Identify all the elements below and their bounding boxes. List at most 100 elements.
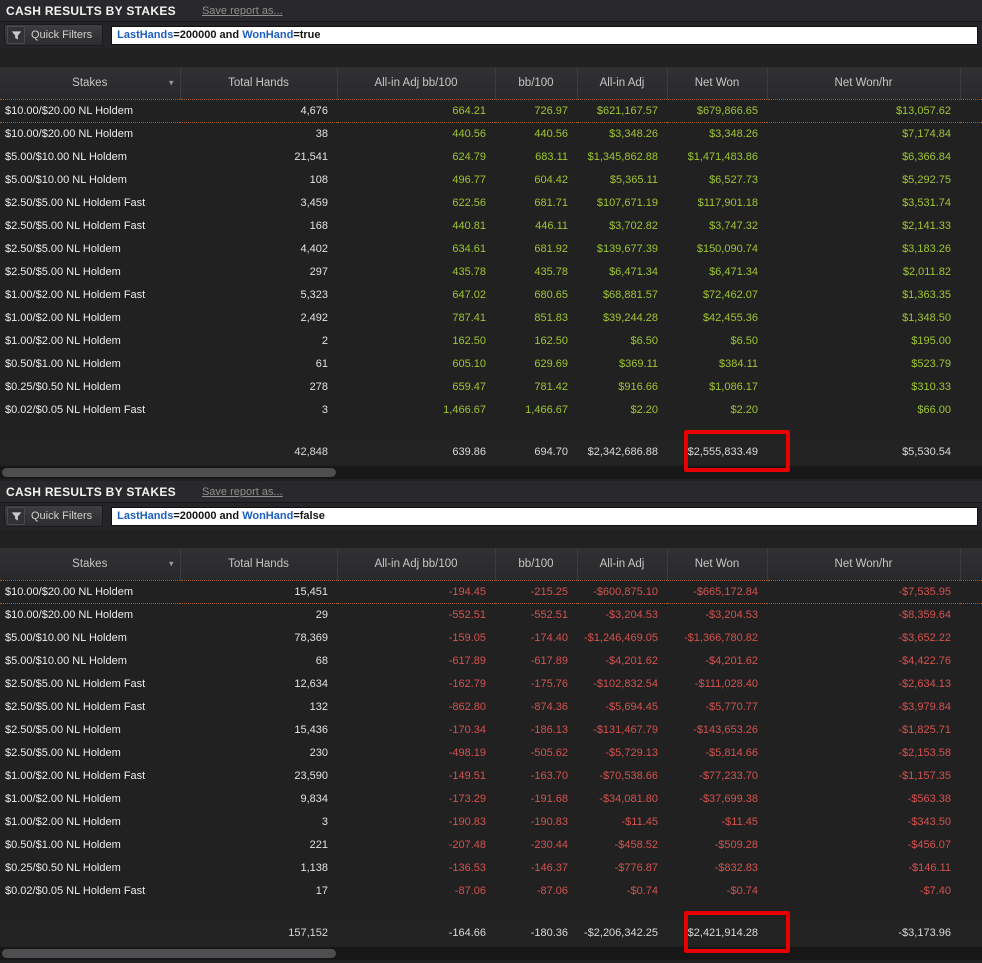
table-row[interactable]: $10.00/$20.00 NL Holdem 38 440.56 440.56 $3,… <box>0 122 982 145</box>
table-row[interactable]: $0.02/$0.05 NL Holdem Fast 17 -87.06 -87.06… <box>0 879 982 902</box>
table-header-row: Stakes ▾ Total Hands All-in Adj bb/100 b… <box>0 548 982 581</box>
column-header-bb100[interactable]: bb/100 <box>494 548 577 581</box>
table-row[interactable]: $2.50/$5.00 NL Holdem Fast 3,459 622.56 681… <box>0 191 982 214</box>
cell-aiadj_bb: -617.89 <box>448 654 486 667</box>
table-row[interactable]: $2.50/$5.00 NL Holdem Fast 12,634 -162.79 -… <box>0 672 982 695</box>
table-row[interactable]: $1.00/$2.00 NL Holdem 9,834 -173.29 -191.68… <box>0 787 982 810</box>
cell-hands: 38 <box>315 127 328 140</box>
column-header-stakes[interactable]: Stakes ▾ <box>0 548 180 581</box>
cell-bb: -874.36 <box>530 700 568 713</box>
cell-aiadj_bb: 634.61 <box>452 242 486 255</box>
save-report-link[interactable]: Save report as... <box>202 486 283 498</box>
filter-funnel-icon <box>7 26 25 44</box>
filter-operand: =200000 and <box>173 510 243 522</box>
cell-aiadj_bb: 162.50 <box>452 334 486 347</box>
cell-bb: 446.11 <box>535 219 568 232</box>
totals-bb100: -180.36 <box>495 921 577 945</box>
cell-aiadj: -$5,694.45 <box>605 700 658 713</box>
column-header-net-won-hr[interactable]: Net Won/hr <box>766 67 960 100</box>
column-header-allin-adj[interactable]: All-in Adj <box>576 548 667 581</box>
totals-net-won: -$2,421,914.28 <box>667 921 767 945</box>
table-row[interactable]: $1.00/$2.00 NL Holdem Fast 23,590 -149.51 -… <box>0 764 982 787</box>
cell-aiadj: -$102,832.54 <box>593 677 658 690</box>
table-row[interactable]: $2.50/$5.00 NL Holdem 4,402 634.61 681.92 $1… <box>0 237 982 260</box>
totals-row: 42,848 639.86 694.70 $2,342,686.88 $2,55… <box>0 440 982 464</box>
totals-total-hands: 157,152 <box>180 921 337 945</box>
cell-aiadj: -$0.74 <box>626 884 658 897</box>
column-header-net-won-hr[interactable]: Net Won/hr <box>766 548 960 581</box>
table-row[interactable]: $0.50/$1.00 NL Holdem 61 605.10 629.69 $369.… <box>0 352 982 375</box>
scrollbar-thumb[interactable] <box>2 949 336 958</box>
column-header-bb100[interactable]: bb/100 <box>494 67 577 100</box>
cell-stakes: $0.50/$1.00 NL Holdem <box>5 838 121 851</box>
cell-stakes: $10.00/$20.00 NL Holdem <box>5 608 134 621</box>
cell-bb: 604.42 <box>534 173 568 186</box>
table-row[interactable]: $5.00/$10.00 NL Holdem 108 496.77 604.42 $5,… <box>0 168 982 191</box>
column-header-net-won[interactable]: Net Won <box>666 67 767 100</box>
table-row[interactable]: $2.50/$5.00 NL Holdem Fast 168 440.81 446.1… <box>0 214 982 237</box>
row-spacer-cell <box>960 672 982 695</box>
save-report-link[interactable]: Save report as... <box>202 5 283 17</box>
cell-hr: -$343.50 <box>907 815 951 828</box>
column-header-allin-adj-bb100[interactable]: All-in Adj bb/100 <box>336 548 495 581</box>
table-row[interactable]: $0.25/$0.50 NL Holdem 1,138 -136.53 -146.37… <box>0 856 982 879</box>
cell-stakes: $5.00/$10.00 NL Holdem <box>5 654 127 667</box>
quick-filters-button[interactable]: Quick Filters <box>4 505 104 527</box>
cell-net: -$5,814.66 <box>705 746 758 759</box>
table-row[interactable]: $5.00/$10.00 NL Holdem 21,541 624.79 683.11… <box>0 145 982 168</box>
column-header-total-hands[interactable]: Total Hands <box>179 548 337 581</box>
page-title: CASH RESULTS BY STAKES <box>6 3 176 18</box>
filter-expression-field[interactable]: LastHands =200000 and WonHand =true <box>111 25 978 45</box>
row-spacer-cell <box>960 122 982 145</box>
cell-hands: 230 <box>309 746 328 759</box>
totals-spacer-cell <box>960 440 982 464</box>
cell-bb: 629.69 <box>534 357 568 370</box>
horizontal-scrollbar[interactable] <box>0 466 982 479</box>
column-header-allin-adj[interactable]: All-in Adj <box>576 67 667 100</box>
table-row[interactable]: $1.00/$2.00 NL Holdem 3 -190.83 -190.83 -$11… <box>0 810 982 833</box>
cell-bb: 1,466.67 <box>525 403 568 416</box>
table-row[interactable]: $5.00/$10.00 NL Holdem 78,369 -159.05 -174.… <box>0 626 982 649</box>
filter-expression-field[interactable]: LastHands =200000 and WonHand =false <box>111 506 978 526</box>
table-row[interactable]: $10.00/$20.00 NL Holdem 4,676 664.21 726.97… <box>0 99 982 123</box>
table-row[interactable]: $2.50/$5.00 NL Holdem 297 435.78 435.78 $6,4… <box>0 260 982 283</box>
table-row[interactable]: $2.50/$5.00 NL Holdem Fast 132 -862.80 -874… <box>0 695 982 718</box>
row-spacer-cell <box>960 375 982 398</box>
table-row[interactable]: $5.00/$10.00 NL Holdem 68 -617.89 -617.89 -$… <box>0 649 982 672</box>
cell-net: -$77,233.70 <box>699 769 758 782</box>
column-header-net-won[interactable]: Net Won <box>666 548 767 581</box>
cell-hands: 29 <box>315 608 328 621</box>
column-header-stakes[interactable]: Stakes ▾ <box>0 67 180 100</box>
cell-aiadj: -$458.52 <box>614 838 658 851</box>
quick-filters-button[interactable]: Quick Filters <box>4 24 104 46</box>
column-header-total-hands[interactable]: Total Hands <box>179 67 337 100</box>
cell-hands: 2 <box>321 334 328 347</box>
cell-stakes: $5.00/$10.00 NL Holdem <box>5 150 127 163</box>
table-header-row: Stakes ▾ Total Hands All-in Adj bb/100 b… <box>0 67 982 100</box>
table-row[interactable]: $1.00/$2.00 NL Holdem 2 162.50 162.50 $6.50 $… <box>0 329 982 352</box>
table-row[interactable]: $2.50/$5.00 NL Holdem 15,436 -170.34 -186.1… <box>0 718 982 741</box>
table-row[interactable]: $10.00/$20.00 NL Holdem 29 -552.51 -552.51 -… <box>0 603 982 626</box>
row-spacer-cell <box>960 879 982 902</box>
table-row[interactable]: $0.25/$0.50 NL Holdem 278 659.47 781.42 $916… <box>0 375 982 398</box>
cell-hands: 61 <box>315 357 328 370</box>
scrollbar-thumb[interactable] <box>2 468 336 477</box>
column-header-allin-adj-bb100[interactable]: All-in Adj bb/100 <box>336 67 495 100</box>
table-row[interactable]: $1.00/$2.00 NL Holdem Fast 5,323 647.02 680… <box>0 283 982 306</box>
table-row[interactable]: $10.00/$20.00 NL Holdem 15,451 -194.45 -215… <box>0 580 982 604</box>
table-row[interactable]: $1.00/$2.00 NL Holdem 2,492 787.41 851.83 $3… <box>0 306 982 329</box>
table-row[interactable]: $2.50/$5.00 NL Holdem 230 -498.19 -505.62 -$… <box>0 741 982 764</box>
cell-hands: 3,459 <box>300 196 328 209</box>
table-row[interactable]: $0.50/$1.00 NL Holdem 221 -207.48 -230.44 -$… <box>0 833 982 856</box>
filter-keyword: WonHand <box>242 510 294 522</box>
cell-net: $1,471,483.86 <box>687 150 758 163</box>
horizontal-scrollbar[interactable] <box>0 947 982 960</box>
cell-bb: 851.83 <box>534 311 568 324</box>
row-spacer-cell <box>960 352 982 375</box>
cell-bb: -215.25 <box>495 580 577 604</box>
stakes-dropdown-icon[interactable]: ▾ <box>169 77 174 88</box>
table-row[interactable]: $0.02/$0.05 NL Holdem Fast 3 1,466.67 1,466… <box>0 398 982 421</box>
filter-operand: =true <box>293 29 321 41</box>
row-spacer-cell <box>960 626 982 649</box>
stakes-dropdown-icon[interactable]: ▾ <box>169 558 174 569</box>
